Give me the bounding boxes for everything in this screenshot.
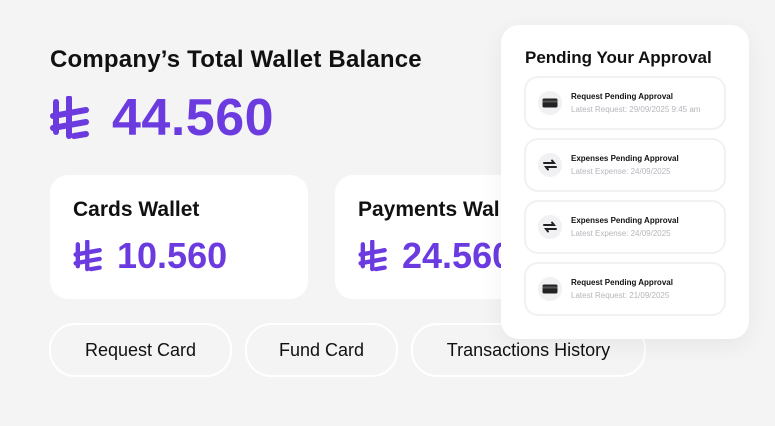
riyal-currency-icon [50, 96, 90, 140]
transfer-icon [538, 153, 562, 177]
approval-item-subtitle: Latest Request: 29/09/2025 9:45 am [571, 105, 701, 114]
request-card-button[interactable]: Request Card [49, 323, 232, 377]
pending-approval-panel: Pending Your Approval Request Pending Ap… [501, 25, 749, 339]
cards-wallet-label: Cards Wallet [73, 198, 200, 221]
approval-item-subtitle: Latest Expense: 24/09/2025 [571, 229, 671, 238]
approval-item-subtitle: Latest Expense: 24/09/2025 [571, 167, 671, 176]
riyal-currency-icon [73, 240, 103, 272]
approval-item-request[interactable]: Request Pending Approval Latest Request:… [524, 262, 726, 316]
payments-wallet-value: 24.560 [402, 235, 513, 276]
approval-item-title: Expenses Pending Approval [571, 216, 679, 225]
transfer-icon [538, 215, 562, 239]
total-balance-title: Company’s Total Wallet Balance [50, 46, 422, 73]
approval-item-title: Expenses Pending Approval [571, 154, 679, 163]
cards-wallet-card[interactable]: Cards Wallet 10.560 [50, 175, 308, 299]
payments-wallet-label: Payments Wallet [358, 198, 525, 221]
pending-approval-title: Pending Your Approval [525, 48, 712, 67]
approval-item-expenses[interactable]: Expenses Pending Approval Latest Expense… [524, 138, 726, 192]
fund-card-button[interactable]: Fund Card [245, 323, 398, 377]
total-balance-value: 44.560 [112, 89, 275, 147]
approval-item-request[interactable]: Request Pending Approval Latest Request:… [524, 76, 726, 130]
approval-item-title: Request Pending Approval [571, 278, 673, 287]
riyal-currency-icon [358, 240, 388, 272]
card-icon [538, 91, 562, 115]
cards-wallet-amount: 10.560 [73, 235, 227, 277]
card-icon [538, 277, 562, 301]
dashboard: Company’s Total Wallet Balance 44.560 Ca… [0, 0, 775, 426]
payments-wallet-amount: 24.560 [358, 235, 512, 277]
total-balance-amount: 44.560 [50, 88, 274, 148]
approval-item-subtitle: Latest Request: 21/09/2025 [571, 291, 670, 300]
cards-wallet-value: 10.560 [117, 235, 228, 276]
approval-item-title: Request Pending Approval [571, 92, 673, 101]
approval-item-expenses[interactable]: Expenses Pending Approval Latest Expense… [524, 200, 726, 254]
